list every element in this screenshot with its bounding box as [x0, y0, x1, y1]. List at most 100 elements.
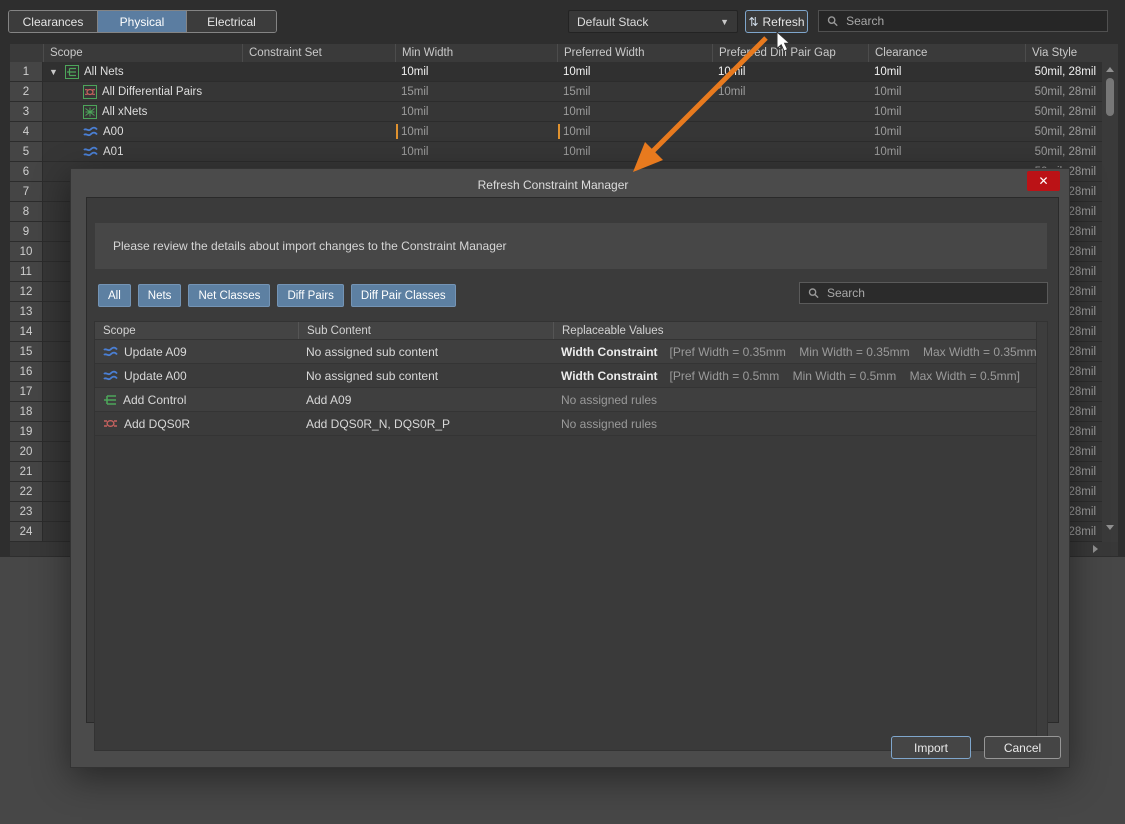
chevron-down-icon: ▼	[720, 17, 729, 27]
filter-button-diff-pairs[interactable]: Diff Pairs	[277, 284, 343, 307]
column-header[interactable]: Scope	[95, 322, 298, 339]
row-number-cell[interactable]: 18	[10, 402, 43, 421]
column-header[interactable]: Via Style	[1025, 44, 1102, 62]
clearance-cell: 10mil	[868, 142, 1025, 161]
row-number-cell[interactable]: 22	[10, 482, 43, 501]
scroll-down-icon[interactable]	[1106, 525, 1114, 530]
sub-content-cell: No assigned sub content	[298, 364, 553, 387]
constraint-set-cell	[242, 102, 395, 121]
clearance-cell: 10mil	[868, 62, 1025, 81]
row-number-cell[interactable]: 14	[10, 322, 43, 341]
diff-pairs-icon	[83, 85, 97, 99]
filter-button-net-classes[interactable]: Net Classes	[188, 284, 270, 307]
xnets-icon	[83, 105, 97, 119]
tree-expand-icon[interactable]: ▼	[49, 67, 60, 77]
table-row[interactable]: 5A0110mil10mil10mil50mil, 28mil	[10, 142, 1102, 162]
vertical-scrollbar[interactable]	[1102, 44, 1118, 542]
changes-table-scrollbar-track[interactable]	[1036, 322, 1047, 750]
diff-pair-gap-cell	[712, 142, 868, 161]
row-number-cell[interactable]: 9	[10, 222, 43, 241]
clearance-cell: 10mil	[868, 122, 1025, 141]
diff-pair-icon	[103, 417, 118, 430]
via-style-cell: 50mil, 28mil	[1025, 142, 1102, 161]
via-style-cell: 50mil, 28mil	[1025, 82, 1102, 101]
tab-physical[interactable]: Physical	[98, 11, 187, 32]
row-number-cell[interactable]: 3	[10, 102, 43, 121]
filter-button-group: All Nets Net Classes Diff Pairs Diff Pair Cl…	[98, 284, 456, 307]
row-number-cell[interactable]: 7	[10, 182, 43, 201]
tab-electrical[interactable]: Electrical	[187, 11, 276, 32]
row-number-cell[interactable]: 8	[10, 202, 43, 221]
row-number-header[interactable]	[10, 44, 43, 62]
constraints-table-header: ScopeConstraint SetMin WidthPreferred Wi…	[10, 44, 1102, 62]
column-header[interactable]: Replaceable Values	[553, 322, 1038, 339]
filter-button-all[interactable]: All	[98, 284, 131, 307]
row-number-cell[interactable]: 21	[10, 462, 43, 481]
diff-pair-gap-cell	[712, 122, 868, 141]
scope-label: A00	[103, 126, 123, 138]
table-row[interactable]: 3All xNets10mil10mil10mil50mil, 28mil	[10, 102, 1102, 122]
toolbar-search-input[interactable]	[846, 14, 1099, 28]
constraint-detail: [Pref Width = 0.5mm Min Width = 0.5mm Ma…	[670, 369, 1020, 383]
changes-table-header: ScopeSub ContentReplaceable Values	[95, 322, 1047, 340]
column-header[interactable]: Preferred Diff Pair Gap	[712, 44, 868, 62]
row-number-cell[interactable]: 20	[10, 442, 43, 461]
table-row[interactable]: 2All Differential Pairs15mil15mil10mil10…	[10, 82, 1102, 102]
stack-selector-dropdown[interactable]: Default Stack ▼	[568, 10, 738, 33]
preferred-width-cell: 10mil	[557, 142, 712, 161]
scroll-right-icon[interactable]	[1093, 545, 1098, 553]
net-icon	[83, 126, 98, 138]
column-header[interactable]: Clearance	[868, 44, 1025, 62]
via-style-cell: 50mil, 28mil	[1025, 122, 1102, 141]
change-row[interactable]: Add DQS0RAdd DQS0R_N, DQS0R_PNo assigned…	[95, 412, 1047, 436]
toolbar-search[interactable]	[818, 10, 1108, 32]
row-number-cell[interactable]: 4	[10, 122, 43, 141]
dialog-close-button[interactable]: ✕	[1027, 171, 1060, 191]
tab-clearances[interactable]: Clearances	[9, 11, 98, 32]
table-row[interactable]: 1▼All Nets10mil10mil10mil10mil50mil, 28m…	[10, 62, 1102, 82]
scope-cell: All xNets	[43, 102, 242, 121]
column-header[interactable]: Min Width	[395, 44, 557, 62]
change-row[interactable]: Add ControlAdd A09No assigned rules	[95, 388, 1047, 412]
row-number-cell[interactable]: 15	[10, 342, 43, 361]
row-number-cell[interactable]: 5	[10, 142, 43, 161]
column-header[interactable]: Constraint Set	[242, 44, 395, 62]
scroll-up-icon[interactable]	[1106, 67, 1114, 72]
dialog-search-input[interactable]	[827, 286, 1039, 300]
preferred-width-cell: 15mil	[557, 82, 712, 101]
row-number-cell[interactable]: 17	[10, 382, 43, 401]
filter-button-nets[interactable]: Nets	[138, 284, 182, 307]
row-number-cell[interactable]: 19	[10, 422, 43, 441]
constraint-set-cell	[242, 82, 395, 101]
replaceable-values-cell: No assigned rules	[553, 388, 1038, 411]
scope-label: All xNets	[102, 106, 147, 118]
filter-button-diff-pair-classes[interactable]: Diff Pair Classes	[351, 284, 456, 307]
view-tab-group: Clearances Physical Electrical	[8, 10, 277, 33]
scope-cell: ▼All Nets	[43, 62, 242, 81]
change-row[interactable]: Update A09No assigned sub contentWidth C…	[95, 340, 1047, 364]
row-number-cell[interactable]: 2	[10, 82, 43, 101]
constraint-set-cell	[242, 122, 395, 141]
import-button[interactable]: Import	[891, 736, 971, 759]
diff-pair-gap-cell	[712, 102, 868, 121]
column-header[interactable]: Preferred Width	[557, 44, 712, 62]
row-number-cell[interactable]: 1	[10, 62, 43, 81]
row-number-cell[interactable]: 23	[10, 502, 43, 521]
row-number-cell[interactable]: 16	[10, 362, 43, 381]
table-row[interactable]: 4A0010mil10mil10mil50mil, 28mil	[10, 122, 1102, 142]
row-number-cell[interactable]: 13	[10, 302, 43, 321]
cancel-button[interactable]: Cancel	[984, 736, 1061, 759]
all-nets-icon	[65, 65, 79, 79]
refresh-button-label: Refresh	[763, 15, 805, 29]
dialog-search[interactable]	[799, 282, 1048, 304]
row-number-cell[interactable]: 10	[10, 242, 43, 261]
row-number-cell[interactable]: 11	[10, 262, 43, 281]
column-header[interactable]: Scope	[43, 44, 242, 62]
row-number-cell[interactable]: 6	[10, 162, 43, 181]
vertical-scrollbar-thumb[interactable]	[1106, 78, 1114, 116]
change-row[interactable]: Update A00No assigned sub contentWidth C…	[95, 364, 1047, 388]
refresh-button[interactable]: ⇅ Refresh	[745, 10, 808, 33]
column-header[interactable]: Sub Content	[298, 322, 553, 339]
row-number-cell[interactable]: 24	[10, 522, 43, 541]
row-number-cell[interactable]: 12	[10, 282, 43, 301]
